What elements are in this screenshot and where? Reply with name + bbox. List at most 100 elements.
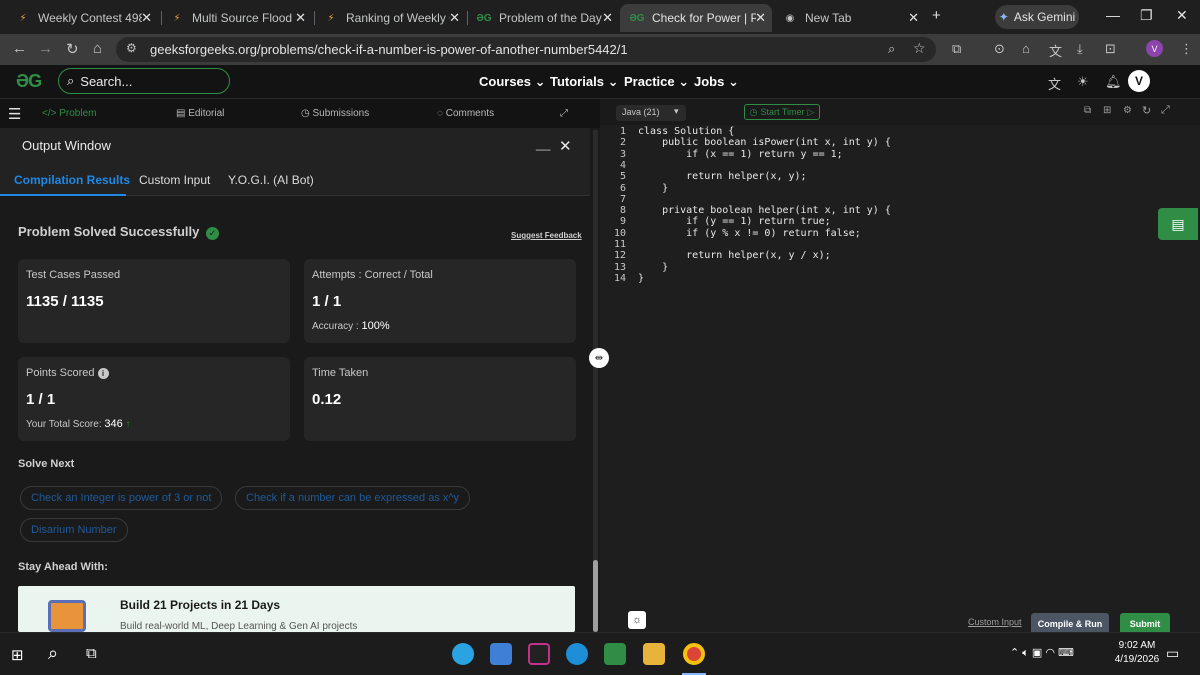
compile-run-button[interactable]: Compile & Run	[1031, 613, 1109, 634]
restore-button[interactable]: ❐	[1140, 7, 1153, 24]
tab-comments[interactable]: ◌ Comments	[437, 108, 494, 119]
folder-icon[interactable]	[643, 643, 665, 665]
settings-icon[interactable]: ⚙	[1123, 105, 1132, 116]
close-output-icon[interactable]: ✕	[559, 137, 572, 155]
jetbrains-icon[interactable]	[528, 643, 550, 665]
points-value: 1 / 1	[26, 391, 56, 408]
info-icon[interactable]: i	[97, 368, 109, 379]
reading-list-icon[interactable]: ⊡	[1105, 41, 1116, 57]
left-scroll-thumb[interactable]	[593, 560, 598, 632]
chrome-icon: ◉	[785, 12, 795, 24]
search-icon[interactable]: ⌕	[48, 643, 58, 664]
code-line: }	[638, 272, 645, 284]
line-number: 14	[613, 272, 626, 284]
problem-tabs: ☰ </> Problem ▤ Editorial ◷ Submissions …	[0, 99, 600, 128]
screenshot-icon[interactable]: ⊙	[994, 41, 1005, 57]
windows-start-icon[interactable]: ⊞	[11, 646, 24, 664]
clock[interactable]: 9:02 AM 4/19/2026	[1112, 640, 1162, 665]
close-icon[interactable]: ✕	[602, 10, 613, 26]
edge-icon[interactable]	[566, 643, 588, 665]
minimize-button[interactable]: —	[1106, 7, 1120, 23]
hamburger-icon[interactable]: ☰	[8, 105, 21, 123]
browser-tab-3[interactable]: ⚡ Ranking of Weekly Cont ✕	[314, 4, 466, 32]
nav-practice[interactable]: Practice ⌄	[624, 74, 689, 90]
zoom-icon[interactable]: ⌕	[888, 41, 895, 57]
nav-courses[interactable]: Courses ⌄	[479, 74, 546, 90]
reset-icon[interactable]: ↻	[1142, 104, 1151, 117]
gfg-icon: ƏG	[629, 12, 645, 24]
system-tray-icons[interactable]: ⌃ 🔈︎ ▣ ◠ ⌨	[1010, 646, 1074, 660]
task-view-icon[interactable]: ⧉	[86, 645, 97, 662]
tab-submissions[interactable]: ◷ Submissions	[301, 108, 369, 119]
format-icon[interactable]: ⊞	[1103, 105, 1111, 116]
output-window-title: Output Window	[22, 138, 111, 153]
theme-sun-icon[interactable]: ☀	[1077, 74, 1089, 90]
bell-icon[interactable]: 🔔︎	[1105, 74, 1122, 90]
language-select[interactable]: Java (21) ▾	[616, 105, 686, 121]
nav-tutorials[interactable]: Tutorials ⌄	[550, 74, 618, 90]
reload-button[interactable]: ↻	[66, 40, 79, 58]
fullscreen-icon[interactable]: ⤢	[1161, 104, 1170, 117]
bookmark-star-icon[interactable]: ☆	[913, 40, 926, 57]
start-timer-button[interactable]: ◷ Start Timer ▷	[744, 104, 820, 120]
close-icon[interactable]: ✕	[141, 10, 152, 26]
new-tab-button[interactable]: +	[932, 7, 941, 24]
next-problem-1[interactable]: Check an Integer is power of 3 or not	[20, 486, 223, 510]
browser-tab-5[interactable]: ƏG Check for Power | Practi ✕	[620, 4, 772, 32]
expand-icon[interactable]: ⤢	[560, 108, 568, 119]
copy-icon[interactable]: ⧉	[1084, 105, 1091, 116]
comment-icon: ◌	[437, 108, 443, 119]
translate-icon[interactable]: 文	[1049, 41, 1062, 60]
taskbar: ⊞ ⌕ ⧉ ⌃ 🔈︎ ▣ ◠ ⌨ 9:02 AM 4/19/2026 ▭	[0, 632, 1200, 675]
telegram-icon[interactable]	[452, 643, 474, 665]
resize-handle[interactable]: ⇹	[589, 348, 609, 368]
sheets-icon[interactable]	[604, 643, 626, 665]
browser-tab-2[interactable]: ⚡ Multi Source Flood Fill ✕	[160, 4, 312, 32]
notification-icon[interactable]: ▭	[1166, 645, 1179, 662]
code-area[interactable]: 1 class Solution {2 public boolean isPowe…	[600, 126, 1200, 306]
home-button[interactable]: ⌂	[93, 40, 102, 57]
store-icon[interactable]	[490, 643, 512, 665]
user-avatar[interactable]: V	[1128, 70, 1150, 92]
profile-avatar[interactable]: V	[1146, 40, 1163, 57]
tab-title: New Tab	[805, 11, 852, 25]
nav-jobs[interactable]: Jobs ⌄	[694, 74, 739, 90]
chrome-taskbar-icon[interactable]	[683, 643, 705, 665]
tab-problem[interactable]: </> Problem	[42, 108, 97, 119]
close-icon[interactable]: ✕	[908, 10, 919, 26]
theme-toggle-icon[interactable]: ☼	[628, 611, 646, 629]
browser-tab-4[interactable]: ƏG Problem of the Day | Ge ✕	[467, 4, 619, 32]
tab-compilation-results[interactable]: Compilation Results	[14, 173, 130, 187]
minimize-output-icon[interactable]: __	[536, 136, 550, 151]
extensions-icon[interactable]: ⧉	[952, 41, 961, 57]
browser-tab-1[interactable]: ⚡ Weekly Contest 498 - Le ✕	[6, 4, 158, 32]
suggest-feedback-link[interactable]: Suggest Feedback	[511, 231, 582, 240]
tab-custom-input[interactable]: Custom Input	[139, 173, 210, 187]
window-close-button[interactable]: ✕	[1176, 7, 1188, 24]
promo-banner[interactable]: Build 21 Projects in 21 Days Build real-…	[18, 586, 575, 632]
left-scrollbar[interactable]	[593, 130, 598, 632]
submit-button[interactable]: Submit	[1120, 613, 1170, 634]
download-icon[interactable]: ⤓	[1077, 41, 1083, 57]
ask-gemini-button[interactable]: ✦ Ask Gemini	[995, 5, 1079, 29]
site-search[interactable]: ⌕ Search...	[58, 68, 230, 94]
tab-yogi-bot[interactable]: Y.O.G.I. (AI Bot)	[228, 173, 314, 187]
language-icon[interactable]: 文	[1048, 74, 1061, 93]
next-problem-2[interactable]: Check if a number can be expressed as x^…	[235, 486, 471, 510]
incognito-icon[interactable]: ⌂	[1022, 41, 1030, 56]
browser-tab-6[interactable]: ◉ New Tab ✕	[773, 4, 925, 32]
close-icon[interactable]: ✕	[295, 10, 306, 26]
site-info-icon[interactable]: ⚙	[126, 41, 137, 55]
back-button[interactable]: ←	[12, 40, 27, 57]
custom-input-link[interactable]: Custom Input	[968, 617, 1022, 627]
forward-button[interactable]: →	[38, 40, 53, 57]
chat-icon[interactable]: ▤	[1158, 208, 1198, 240]
gfg-logo[interactable]: ƏG	[16, 71, 42, 92]
tab-title: Multi Source Flood Fill	[192, 11, 296, 25]
menu-icon[interactable]: ⋮	[1180, 41, 1193, 57]
close-icon[interactable]: ✕	[449, 10, 460, 26]
close-icon[interactable]: ✕	[755, 10, 766, 26]
tab-editorial[interactable]: ▤ Editorial	[176, 108, 224, 119]
address-bar[interactable]: ⚙ geeksforgeeks.org/problems/check-if-a-…	[116, 37, 936, 62]
next-problem-3[interactable]: Disarium Number	[20, 518, 128, 542]
